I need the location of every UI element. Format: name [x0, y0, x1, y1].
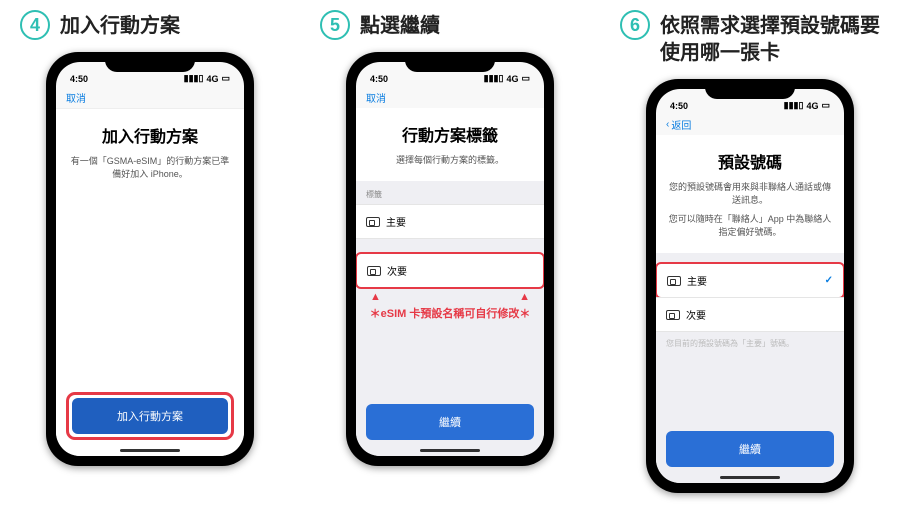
warning-icon: ▲ [519, 291, 530, 303]
home-indicator [720, 476, 780, 479]
notch [405, 52, 495, 72]
back-link[interactable]: 返回 [671, 117, 691, 132]
row-text: 次要 [686, 307, 706, 322]
phone-frame: 4:50 ▮▮▮▯ 4G ▭ ‹ 返回 預設號碼 您的預設號碼會用來與非聯絡人通… [646, 79, 854, 493]
step-number-badge: 4 [20, 10, 50, 40]
nav-bar: 取消 [56, 86, 244, 108]
phone-screen: 4:50 ▮▮▮▯ 4G ▭ ‹ 返回 預設號碼 您的預設號碼會用來與非聯絡人通… [656, 89, 844, 483]
warning-icon: ▲ [370, 291, 381, 303]
sim-icon [367, 266, 381, 276]
battery-icon: ▭ [521, 73, 530, 84]
sim-icon [666, 310, 680, 320]
page-title: 行動方案標籤 [368, 122, 532, 146]
status-time: 4:50 [70, 74, 88, 84]
screen-content: 行動方案標籤 選擇每個行動方案的標籤。 標籤 主要 次要 ▲ ▲ ＊eSIM 卡 [356, 108, 544, 456]
step-number-badge: 6 [620, 10, 650, 40]
default-row-secondary[interactable]: 次要 [656, 297, 844, 332]
add-plan-button[interactable]: 加入行動方案 [72, 398, 228, 434]
home-indicator [120, 449, 180, 452]
step-header: 6 依照需求選擇預設號碼要使用哪一張卡 [610, 10, 890, 67]
default-row-primary[interactable]: 主要 ✓ [656, 262, 844, 299]
network-label: 4G [506, 74, 518, 84]
cancel-link[interactable]: 取消 [366, 90, 386, 105]
continue-button[interactable]: 繼續 [366, 404, 534, 440]
back-chevron-icon[interactable]: ‹ [666, 119, 669, 130]
step-4: 4 加入行動方案 4:50 ▮▮▮▯ 4G ▭ 取消 加入行動方案 有一個「GS… [10, 10, 290, 466]
label-row-primary[interactable]: 主要 [356, 204, 544, 239]
warn-text: ＊eSIM 卡預設名稱可自行修改＊ [356, 303, 544, 327]
step-title: 點選繼續 [360, 10, 440, 40]
notch [705, 79, 795, 99]
phone-frame: 4:50 ▮▮▮▯ 4G ▭ 取消 行動方案標籤 選擇每個行動方案的標籤。 標籤 [346, 52, 554, 466]
nav-bar: 取消 [356, 86, 544, 108]
nav-bar: ‹ 返回 [656, 113, 844, 135]
section-label: 標籤 [356, 181, 544, 204]
page-title: 加入行動方案 [68, 123, 232, 147]
status-time: 4:50 [370, 74, 388, 84]
hint-text: 您目前的預設號碼為「主要」號碼。 [656, 332, 844, 355]
page-title: 預設號碼 [668, 149, 832, 173]
label-row-secondary[interactable]: 次要 [356, 252, 544, 289]
row-text: 主要 [386, 214, 406, 229]
sim-icon [667, 276, 681, 286]
signal-icon: ▮▮▮▯ [184, 73, 204, 84]
step-number-badge: 5 [320, 10, 350, 40]
page-desc-2: 您可以隨時在「聯絡人」App 中為聯絡人指定偏好號碼。 [668, 213, 832, 239]
battery-icon: ▭ [221, 73, 230, 84]
network-label: 4G [206, 74, 218, 84]
sim-icon [366, 217, 380, 227]
step-header: 4 加入行動方案 [10, 10, 290, 40]
step-title: 加入行動方案 [60, 10, 180, 40]
phone-screen: 4:50 ▮▮▮▯ 4G ▭ 取消 行動方案標籤 選擇每個行動方案的標籤。 標籤 [356, 62, 544, 456]
highlight-frame: 加入行動方案 [66, 392, 234, 440]
cancel-link[interactable]: 取消 [66, 90, 86, 105]
screen-content: 加入行動方案 有一個「GSMA-eSIM」的行動方案已準備好加入 iPhone。… [56, 108, 244, 456]
page-desc: 您的預設號碼會用來與非聯絡人通話或傳送訊息。 [668, 181, 832, 207]
battery-icon: ▭ [821, 100, 830, 111]
network-label: 4G [806, 101, 818, 111]
signal-icon: ▮▮▮▯ [784, 100, 804, 111]
checkmark-icon: ✓ [825, 275, 833, 286]
screen-content: 預設號碼 您的預設號碼會用來與非聯絡人通話或傳送訊息。 您可以隨時在「聯絡人」A… [656, 135, 844, 483]
phone-screen: 4:50 ▮▮▮▯ 4G ▭ 取消 加入行動方案 有一個「GSMA-eSIM」的… [56, 62, 244, 456]
status-time: 4:50 [670, 101, 688, 111]
warn-arrows: ▲ ▲ [356, 288, 544, 303]
step-title: 依照需求選擇預設號碼要使用哪一張卡 [660, 10, 890, 67]
step-5: 5 點選繼續 4:50 ▮▮▮▯ 4G ▭ 取消 行動方案標籤 選擇每個行動方案… [310, 10, 590, 466]
step-header: 5 點選繼續 [310, 10, 590, 40]
phone-frame: 4:50 ▮▮▮▯ 4G ▭ 取消 加入行動方案 有一個「GSMA-eSIM」的… [46, 52, 254, 466]
row-text: 主要 [687, 273, 707, 288]
home-indicator [420, 449, 480, 452]
continue-button[interactable]: 繼續 [666, 431, 834, 467]
page-desc: 選擇每個行動方案的標籤。 [368, 154, 532, 167]
signal-icon: ▮▮▮▯ [484, 73, 504, 84]
step-6: 6 依照需求選擇預設號碼要使用哪一張卡 4:50 ▮▮▮▯ 4G ▭ ‹ 返回 … [610, 10, 890, 493]
page-desc: 有一個「GSMA-eSIM」的行動方案已準備好加入 iPhone。 [68, 155, 232, 181]
notch [105, 52, 195, 72]
row-text: 次要 [387, 263, 407, 278]
